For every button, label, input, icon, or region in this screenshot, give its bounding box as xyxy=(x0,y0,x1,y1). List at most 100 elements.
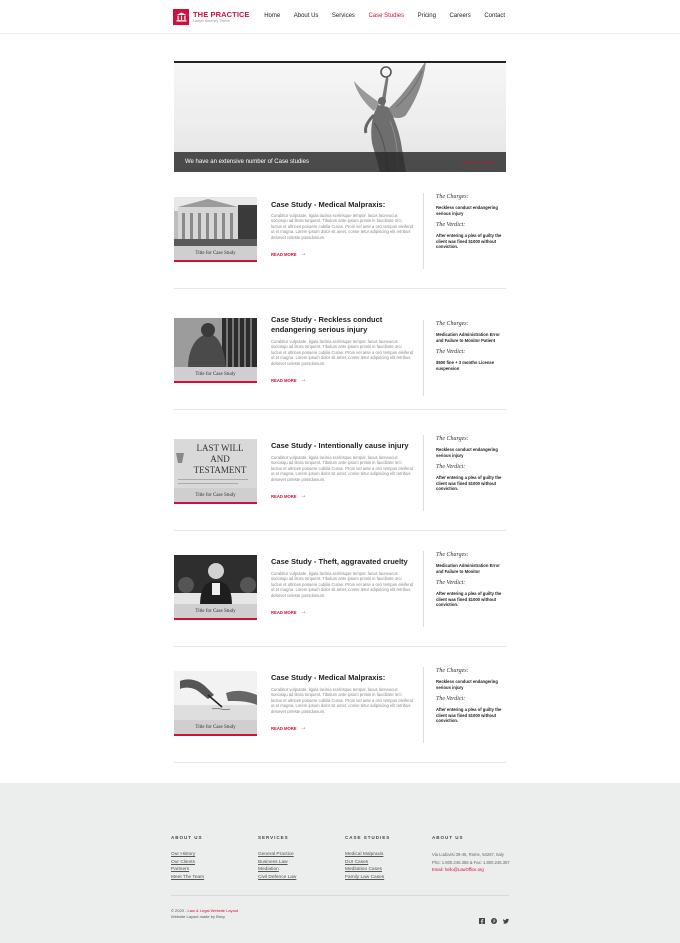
case-sidebar: The Charges: Medication Administration E… xyxy=(423,551,506,627)
thumbnail-caption: Title for Case Study xyxy=(174,604,257,618)
will-line-3: TESTAMENT xyxy=(194,465,247,475)
nav-contact[interactable]: Contact xyxy=(484,13,505,19)
case-description: Curabitur vulputate, ligula lacinia scel… xyxy=(271,213,413,240)
verdict-label: The Verdict: xyxy=(436,222,466,229)
meeting-photo xyxy=(174,555,257,606)
arrow-right-icon: → xyxy=(300,377,307,383)
verdict-text: $500 fine + 3 months License suspension xyxy=(436,360,495,371)
arrow-right-icon: → xyxy=(300,725,307,731)
case-sidebar: The Charges: Reckless conduct endangerin… xyxy=(423,667,506,743)
footer-divider xyxy=(171,895,509,896)
verdict-label: The Verdict: xyxy=(436,580,466,587)
arrow-right-icon: → xyxy=(300,251,307,257)
case-description: Curabitur vulputate, ligula lacinia scel… xyxy=(271,455,413,482)
case-sidebar: The Charges: Reckless conduct endangerin… xyxy=(423,435,506,511)
footer-link-partners[interactable]: Partners xyxy=(171,866,251,874)
footer-email[interactable]: Email: hello@LawOffice.org xyxy=(432,866,510,874)
arrow-right-icon: → xyxy=(300,493,307,499)
footer-phone: Pho: 1.800.245.356 & Fax: 1.800.245.357 xyxy=(432,859,510,865)
read-more-label: READ MORE xyxy=(271,493,297,499)
thumbnail-caption: Title for Case Study xyxy=(174,720,257,734)
footer-heading: ABOUT US xyxy=(432,835,464,840)
site-footer: ABOUT US Our History Our Clients Partner… xyxy=(0,783,680,943)
case-description: Curabitur vulputate, ligula lacinia scel… xyxy=(271,571,413,598)
case-sidebar: The Charges: Medication Administration E… xyxy=(423,320,506,396)
charges-label: The Charges: xyxy=(436,552,469,558)
charges-label: The Charges: xyxy=(436,436,469,442)
read-more-link[interactable]: READ MORE → xyxy=(271,725,307,731)
read-more-link[interactable]: READ MORE → xyxy=(271,251,307,257)
case-study-item: LAST WILL AND TESTAMENT Title for Case S… xyxy=(174,415,506,531)
footer-link-business-law[interactable]: Business Law xyxy=(258,859,338,867)
thumbnail-caption: Title for Case Study xyxy=(174,488,257,502)
twitter-icon[interactable] xyxy=(503,911,509,924)
case-description: Curabitur vulputate, ligula lacinia scel… xyxy=(271,687,413,714)
charges-text: Reckless conduct endangering serious inj… xyxy=(436,447,498,458)
charges-text: Medication Administration Error and Fail… xyxy=(436,332,500,343)
case-title: Case Study - Medical Malpraxis: xyxy=(271,200,386,209)
will-document-photo: LAST WILL AND TESTAMENT xyxy=(174,439,257,490)
case-title: Case Study - Intentionally cause injury xyxy=(271,441,409,450)
charges-label: The Charges: xyxy=(436,321,469,327)
nav-home[interactable]: Home xyxy=(264,13,280,19)
case-thumbnail[interactable]: Title for Case Study xyxy=(174,671,257,736)
case-thumbnail[interactable]: Title for Case Study xyxy=(174,197,257,262)
footer-link-general-practice[interactable]: General Practice xyxy=(258,851,338,859)
footer-link-meditation-cases[interactable]: Meditation Cases xyxy=(345,866,425,874)
footer-about-column: ABOUT US Our History Our Clients Partner… xyxy=(171,835,251,882)
footer-link-our-history[interactable]: Our History xyxy=(171,851,251,859)
prison-photo xyxy=(174,318,257,369)
case-thumbnail[interactable]: Title for Case Study xyxy=(174,555,257,620)
charges-label: The Charges: xyxy=(436,194,469,200)
verdict-label: The Verdict: xyxy=(436,349,466,356)
read-more-label: READ MORE xyxy=(271,609,297,615)
footer-heading: CASE STUDIES xyxy=(345,835,391,840)
read-more-link[interactable]: READ MORE → xyxy=(271,377,307,383)
case-study-item: Title for Case Study Case Study - Medica… xyxy=(174,647,506,763)
logo-title: THE PRACTICE xyxy=(193,10,250,19)
case-title: Case Study - Reckless conduct endangerin… xyxy=(271,315,383,334)
nav-case-studies[interactable]: Case Studies xyxy=(368,13,404,19)
building-photo xyxy=(174,197,257,248)
footer-link-medical-malpraxis[interactable]: Medical Malpraxis xyxy=(345,851,425,859)
hero-caption-bar: We have an extensive number of Case stud… xyxy=(174,152,506,172)
case-thumbnail[interactable]: LAST WILL AND TESTAMENT Title for Case S… xyxy=(174,439,257,504)
read-more-link[interactable]: READ MORE → xyxy=(271,609,307,615)
pinterest-icon[interactable] xyxy=(491,911,497,924)
footer-link-meet-the-team[interactable]: Meet The Team xyxy=(171,874,251,882)
will-line-2: AND xyxy=(210,454,230,464)
made-by-text: Website Layout made by Brixy xyxy=(171,913,225,919)
case-thumbnail[interactable]: Title for Case Study xyxy=(174,318,257,383)
case-study-item: Title for Case Study Case Study - Theft,… xyxy=(174,531,506,647)
verdict-label: The Verdict: xyxy=(436,464,466,471)
footer-link-civil-defence-law[interactable]: Civil Defence Law xyxy=(258,874,338,882)
footer-link-mediation[interactable]: Mediation xyxy=(258,866,338,874)
nav-services[interactable]: Services xyxy=(332,13,355,19)
facebook-icon[interactable] xyxy=(479,911,485,924)
copyright-link[interactable]: Law & Legal Website Layout xyxy=(188,908,239,913)
thumbnail-caption: Title for Case Study xyxy=(174,246,257,260)
nav-pricing[interactable]: Pricing xyxy=(418,13,436,19)
read-more-label: READ MORE xyxy=(271,251,297,257)
read-more-label: READ MORE xyxy=(271,377,297,383)
logo-subtitle: Lawyer Attorney Theme xyxy=(193,18,230,23)
charges-text: Reckless conduct endangering serious inj… xyxy=(436,205,498,216)
nav-about-us[interactable]: About Us xyxy=(294,13,319,19)
verdict-text: After entering a plea of guilty the clie… xyxy=(436,233,502,250)
footer-services-column: SERVICES General Practice Business Law M… xyxy=(258,835,338,882)
nav-careers[interactable]: Careers xyxy=(449,13,470,19)
footer-case-studies-column: CASE STUDIES Medical Malpraxis DUI Cases… xyxy=(345,835,425,882)
courthouse-icon xyxy=(173,9,189,25)
footer-link-dui-cases[interactable]: DUI Cases xyxy=(345,859,425,867)
arrow-right-icon: → xyxy=(300,609,307,615)
view-all-cases-link[interactable]: VIEW ALL CASES xyxy=(462,160,495,165)
footer-link-our-clients[interactable]: Our Clients xyxy=(171,859,251,867)
read-more-link[interactable]: READ MORE → xyxy=(271,493,307,499)
site-header: THE PRACTICE Lawyer Attorney Theme Home … xyxy=(0,0,680,34)
social-icons xyxy=(479,911,509,924)
case-title: Case Study - Medical Malpraxis: xyxy=(271,673,386,682)
verdict-text: After entering a plea of guilty the clie… xyxy=(436,591,502,608)
charges-label: The Charges: xyxy=(436,668,469,674)
logo[interactable]: THE PRACTICE Lawyer Attorney Theme xyxy=(173,9,250,25)
footer-link-family-law-cases[interactable]: Family Law Cases xyxy=(345,874,425,882)
